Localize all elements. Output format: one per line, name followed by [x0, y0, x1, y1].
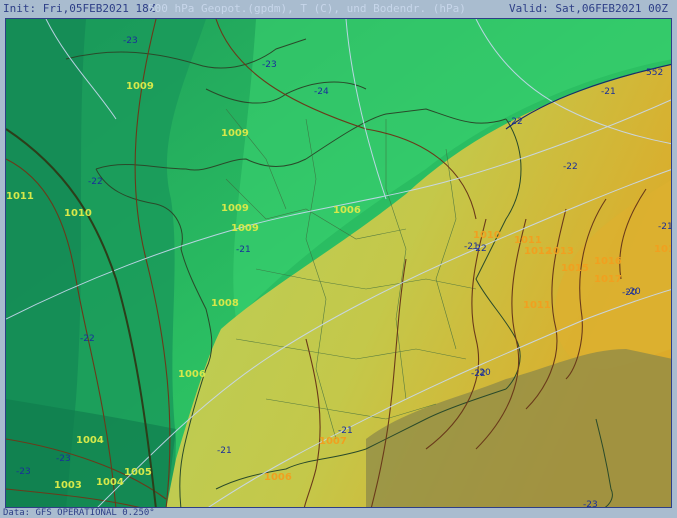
pressure-label: 1004	[96, 477, 124, 488]
temperature-label: -22	[563, 162, 578, 172]
pressure-label: 1009	[221, 203, 249, 214]
weather-map-window: Init: Fri,05FEB2021 18Z 500 hPa Geopot.(…	[0, 0, 677, 518]
map-title: 500 hPa Geopot.(gpdm), T (C), und Bodend…	[148, 2, 466, 15]
temperature-label: -21	[217, 446, 232, 456]
header-bar: Init: Fri,05FEB2021 18Z 500 hPa Geopot.(…	[0, 0, 677, 18]
temperature-label: -23	[16, 467, 31, 477]
pressure-label: 1013	[546, 246, 574, 257]
pressure-label: 1008	[211, 298, 239, 309]
temperature-label: -20	[626, 287, 641, 297]
init-time: Init: Fri,05FEB2021 18Z	[3, 2, 156, 15]
pressure-label: 1011	[514, 235, 542, 246]
valid-time: Valid: Sat,06FEB2021 00Z	[509, 2, 668, 15]
temperature-label: -24	[314, 87, 329, 97]
temperature-label: -23	[583, 500, 598, 508]
temperature-label: -20	[476, 368, 491, 378]
pressure-label: 1005	[124, 467, 152, 478]
temperature-label: -21	[338, 426, 353, 436]
temperature-label: -23	[262, 60, 277, 70]
pressure-label: 1016	[594, 256, 622, 267]
temperature-label: -23	[56, 454, 71, 464]
forecast-map: 552 1009 1009 1009 1009 1011 1010 1008 1…	[5, 18, 672, 508]
pressure-label: 1007	[319, 436, 347, 447]
temperature-label: -22	[88, 177, 103, 187]
temperature-label: -21	[236, 245, 251, 255]
temperature-label: -22	[472, 244, 487, 254]
pressure-label: 1017	[654, 244, 672, 255]
geopot-label: 552	[646, 68, 663, 78]
pressure-label: 1017	[594, 274, 622, 285]
pressure-label: 1004	[76, 435, 104, 446]
pressure-label: 1009	[231, 223, 259, 234]
data-source: Data: GFS OPERATIONAL 0.250°	[3, 508, 155, 518]
pressure-label: 1006	[333, 205, 361, 216]
temperature-label: -21	[601, 87, 616, 97]
pressure-label: 1011	[6, 191, 34, 202]
pressure-label: 1003	[54, 480, 82, 491]
temperature-label: -23	[123, 36, 138, 46]
pressure-label: 1011	[523, 300, 551, 311]
temperature-label: -22	[80, 334, 95, 344]
pressure-label: 1015	[561, 263, 589, 274]
pressure-label: 1010	[473, 230, 501, 241]
map-canvas: 552 1009 1009 1009 1009 1011 1010 1008 1…	[6, 19, 672, 508]
pressure-label: 1006	[178, 369, 206, 380]
temperature-label: -22	[508, 117, 523, 127]
temperature-label: -21	[658, 222, 672, 232]
pressure-label: 1006	[264, 472, 292, 483]
pressure-label: 1010	[64, 208, 92, 219]
pressure-label: 1009	[221, 128, 249, 139]
footer-bar: Data: GFS OPERATIONAL 0.250°	[0, 508, 677, 518]
pressure-label: 1009	[126, 81, 154, 92]
